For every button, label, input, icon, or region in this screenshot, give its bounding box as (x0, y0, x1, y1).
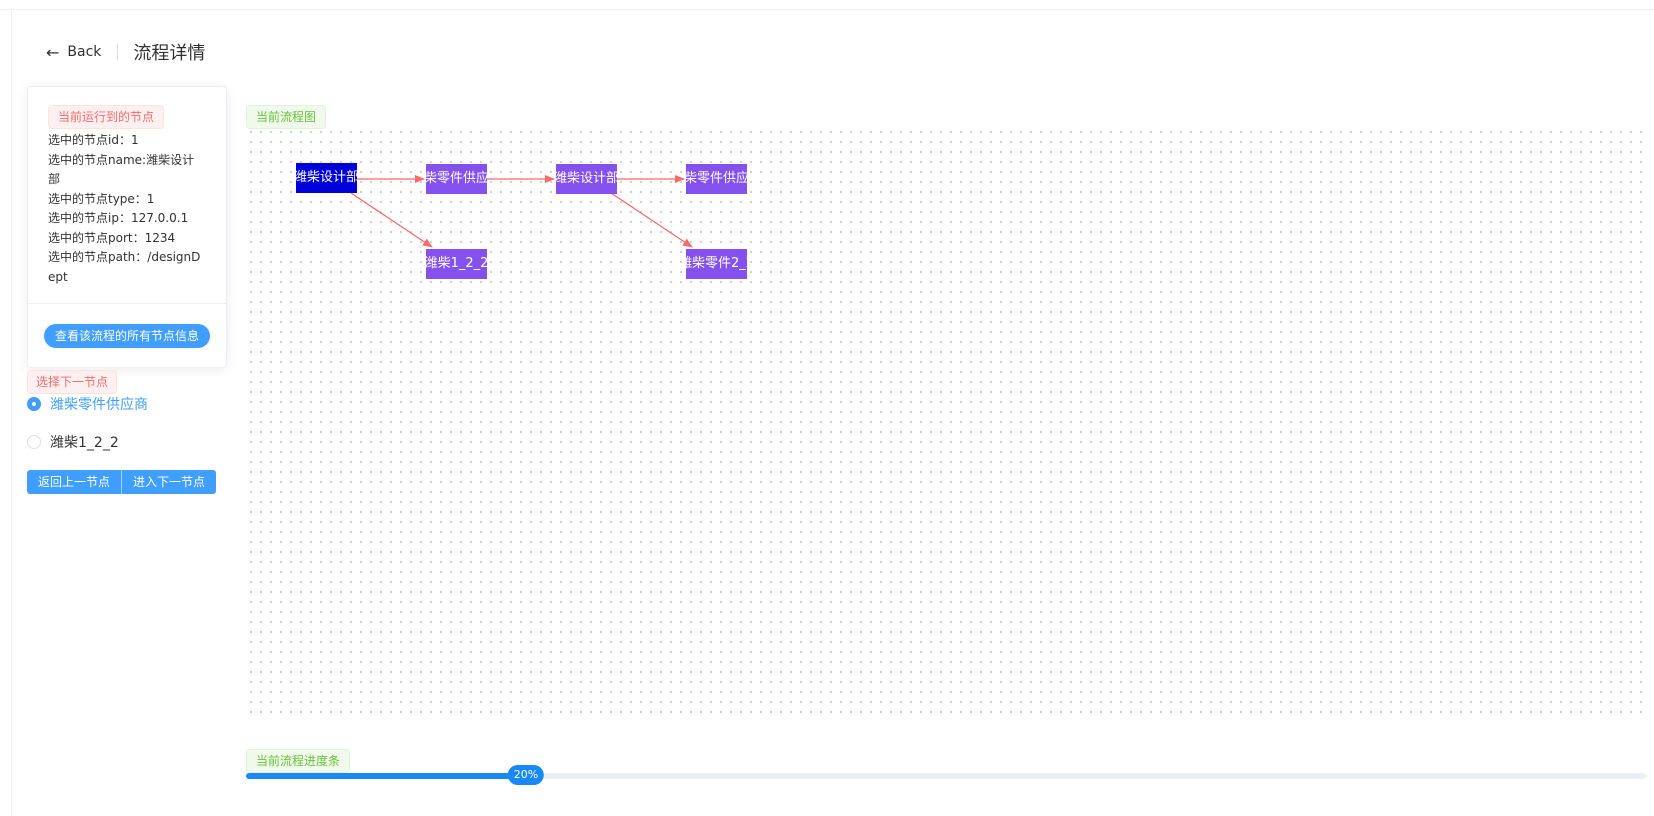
flow-node-label: 潍柴设计部 (556, 171, 617, 186)
flow-canvas[interactable]: 潍柴设计部 潍柴零件供应商 潍柴设计部 潍柴零件供应商 潍柴1_2_2 潍柴零件… (246, 127, 1646, 721)
page-title: 流程详情 (133, 43, 206, 64)
flow-node-4[interactable]: 潍柴零件供应商 (686, 164, 747, 194)
radio-option-supplier[interactable]: 潍柴零件供应商 (27, 394, 148, 414)
select-next-tag: 选择下一节点 (27, 370, 118, 394)
flow-node-6[interactable]: 潍柴零件2_2 (686, 249, 747, 279)
left-border (11, 10, 12, 816)
node-name-line: 选中的节点name:潍柴设计部 (48, 152, 195, 187)
node-nav-buttons: 返回上一节点 进入下一节点 (27, 470, 217, 494)
node-type-line: 选中的节点type：1 (48, 191, 155, 206)
back-label: Back (67, 44, 102, 60)
radio-option-1-2-2[interactable]: 潍柴1_2_2 (27, 432, 119, 452)
flow-node-label: 潍柴设计部 (296, 170, 357, 185)
flow-node-2[interactable]: 潍柴零件供应商 (426, 164, 487, 194)
flow-node-label: 潍柴1_2_2 (426, 256, 487, 271)
radio-checked-icon[interactable] (27, 397, 41, 411)
top-bar (0, 0, 1654, 10)
current-node-tag: 当前运行到的节点 (48, 105, 165, 129)
prev-node-button[interactable]: 返回上一节点 (27, 470, 123, 494)
radio-label: 潍柴零件供应商 (50, 397, 148, 413)
progress-pivot: 20% (507, 765, 545, 785)
view-all-nodes-button[interactable]: 查看该流程的所有节点信息 (43, 324, 210, 348)
radio-label: 潍柴1_2_2 (50, 435, 119, 451)
node-id-line: 选中的节点id：1 (48, 133, 139, 147)
flow-node-label: 潍柴零件供应商 (686, 171, 747, 186)
flow-node-label: 潍柴零件供应商 (426, 171, 487, 186)
flow-progress-bar: 20% (246, 765, 1646, 785)
edge-3-6 (610, 192, 693, 248)
node-ip-line: 选中的节点ip：127.0.0.1 (48, 211, 189, 225)
flow-edges (350, 175, 693, 248)
flow-node-5[interactable]: 潍柴1_2_2 (426, 249, 487, 279)
flow-node-1[interactable]: 潍柴设计部 (296, 163, 357, 193)
back-button[interactable]: ← Back (46, 43, 101, 62)
node-port-line: 选中的节点port：1234 (48, 230, 176, 245)
edge-1-5 (350, 192, 433, 248)
flow-node-3[interactable]: 潍柴设计部 (556, 164, 617, 194)
flow-chart-tag: 当前流程图 (246, 105, 327, 129)
page-header: ← Back 流程详情 (46, 40, 206, 65)
flow-node-label: 潍柴零件2_2 (686, 256, 747, 271)
header-divider (117, 44, 119, 60)
node-info: 选中的节点id：1 选中的节点name:潍柴设计部 选中的节点type：1 选中… (48, 131, 206, 287)
current-node-card: 当前运行到的节点 选中的节点id：1 选中的节点name:潍柴设计部 选中的节点… (27, 86, 227, 368)
next-node-button[interactable]: 进入下一节点 (122, 470, 217, 494)
node-path-line: 选中的节点path：/designDept (48, 250, 201, 284)
arrow-left-icon: ← (46, 42, 60, 62)
progress-tag: 当前流程进度条 (246, 749, 351, 773)
radio-unchecked-icon[interactable] (27, 435, 41, 449)
progress-fill (246, 773, 526, 779)
